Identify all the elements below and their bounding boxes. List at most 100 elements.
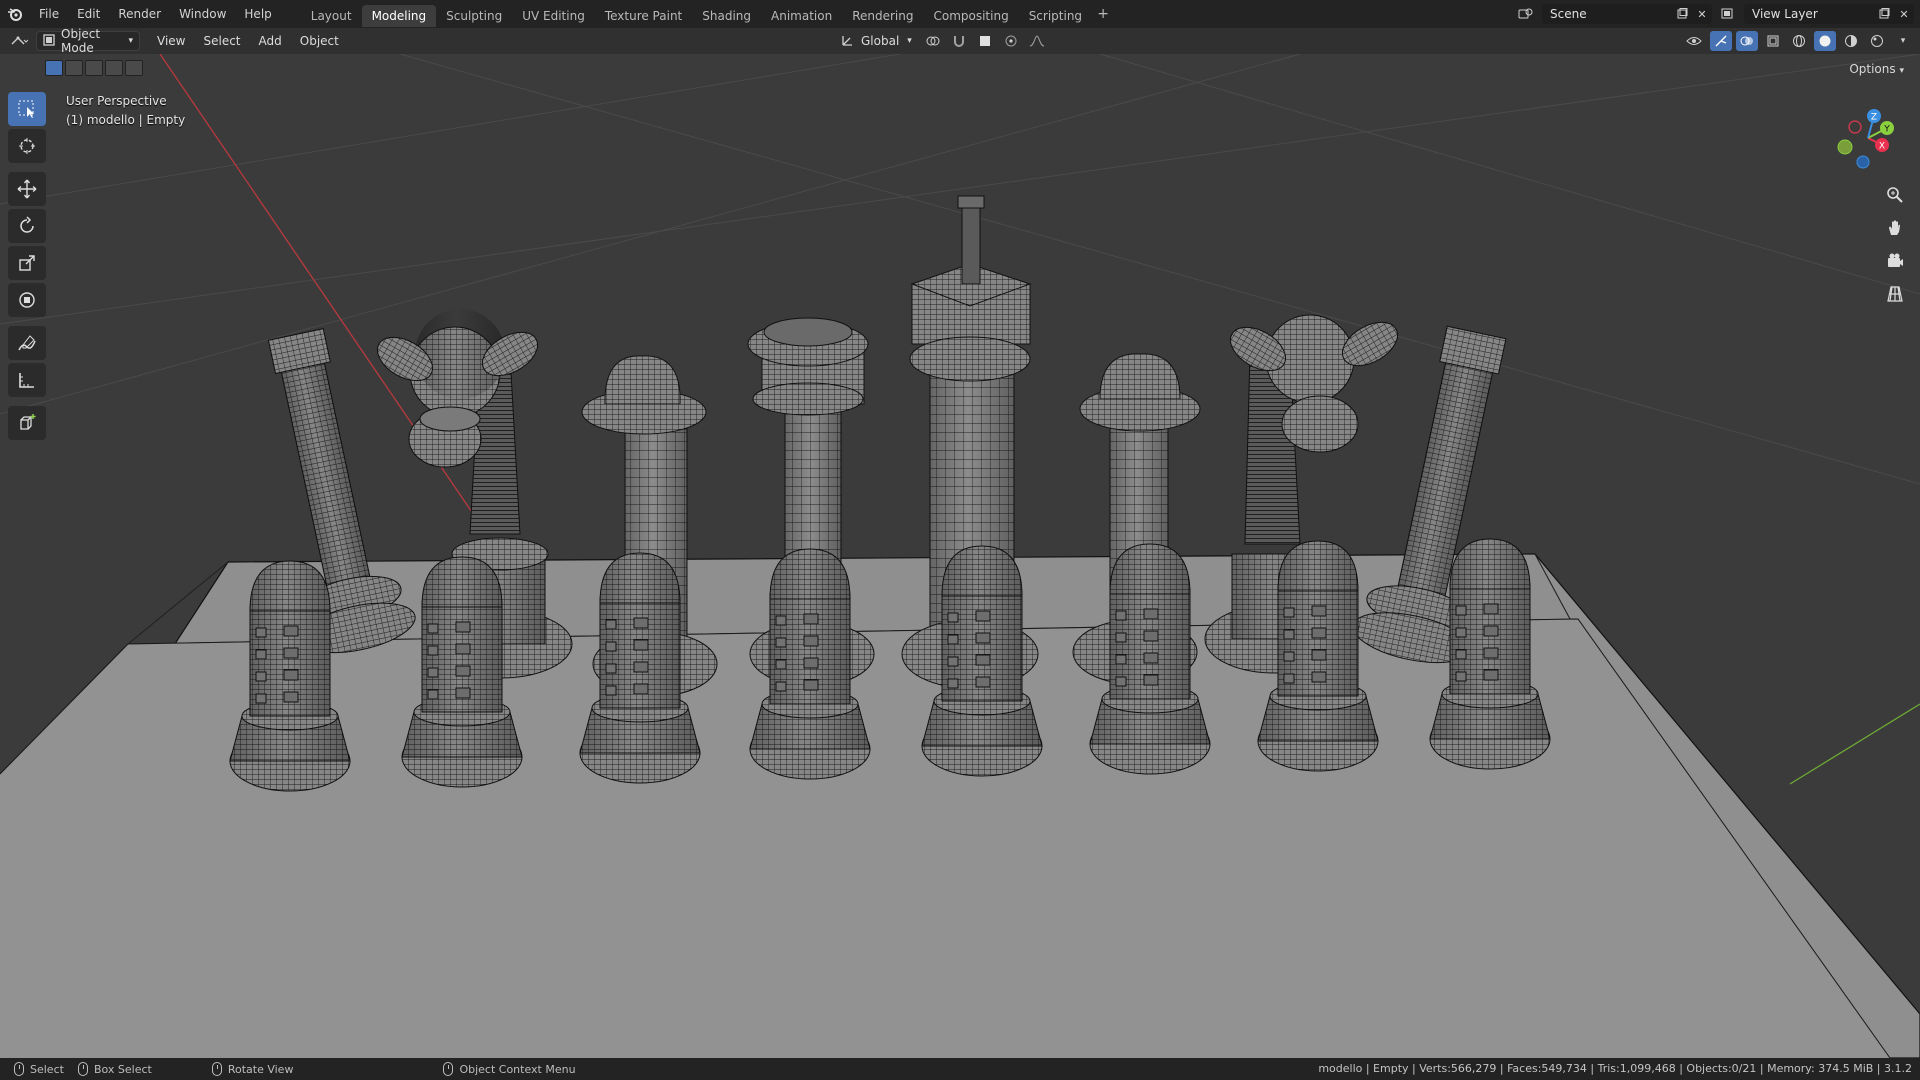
menu-edit[interactable]: Edit	[68, 0, 109, 28]
svg-text:Y: Y	[1883, 125, 1890, 135]
new-view-layer-icon[interactable]	[1874, 4, 1894, 24]
gizmo-neg-z-axis	[1856, 155, 1870, 169]
scene-browse-icon[interactable]	[1516, 4, 1536, 24]
wireframe-shading-icon[interactable]	[1788, 31, 1810, 51]
pan-hand-icon[interactable]	[1880, 213, 1910, 243]
transform-tool[interactable]	[8, 283, 46, 317]
selection-mode-buttons	[45, 60, 143, 76]
zoom-icon[interactable]	[1880, 180, 1910, 210]
tab-rendering[interactable]: Rendering	[842, 5, 923, 27]
status-rotate-view: Rotate View	[211, 1062, 294, 1076]
rendered-shading-icon[interactable]	[1866, 31, 1888, 51]
tab-sculpting[interactable]: Sculpting	[436, 5, 512, 27]
mode-dropdown[interactable]: Object Mode ▾	[36, 27, 140, 55]
snap-magnet-icon[interactable]	[948, 31, 970, 51]
chevron-down-icon: ▾	[907, 36, 912, 46]
status-select-label: Select	[30, 1062, 64, 1076]
snap-increment-icon[interactable]	[974, 31, 996, 51]
move-icon	[17, 179, 37, 199]
menu-window[interactable]: Window	[170, 0, 235, 28]
mode-label: Object Mode	[61, 27, 101, 55]
svg-text:Z: Z	[1871, 113, 1877, 123]
top-bar: File Edit Render Window Help Layout Mode…	[0, 0, 1920, 28]
3d-viewport[interactable]: User Perspective (1) modello | Empty Opt…	[0, 54, 1920, 1058]
scene-selector[interactable]: Scene ✕	[1542, 4, 1712, 24]
status-bar: Select Box Select Rotate View Object Con…	[0, 1058, 1920, 1080]
selectability-visibility-icon[interactable]	[1684, 31, 1706, 51]
orientation-label: Global	[861, 34, 900, 48]
options-dropdown[interactable]: Options ▾	[1843, 60, 1910, 78]
gizmo-neg-x-axis	[1848, 120, 1862, 134]
falloff-curve-icon[interactable]	[1026, 31, 1048, 51]
mouse-left-icon	[14, 1062, 24, 1076]
tab-texture-paint[interactable]: Texture Paint	[595, 5, 692, 27]
tab-compositing[interactable]: Compositing	[923, 5, 1018, 27]
select-extend-icon[interactable]	[65, 60, 83, 76]
overlays-toggle-icon[interactable]	[1736, 31, 1758, 51]
active-object-label: (1) modello | Empty	[66, 113, 186, 127]
material-shading-icon[interactable]	[1840, 31, 1862, 51]
menu-help[interactable]: Help	[235, 0, 280, 28]
view-layer-selector[interactable]: View Layer ✕	[1744, 4, 1914, 24]
svg-text:X: X	[1879, 142, 1885, 152]
delete-view-layer-icon[interactable]: ✕	[1894, 4, 1914, 24]
tab-modeling[interactable]: Modeling	[361, 4, 437, 27]
tab-layout[interactable]: Layout	[301, 5, 362, 27]
add-workspace-button[interactable]: +	[1092, 6, 1114, 22]
mouse-drag-icon	[77, 1062, 88, 1076]
xray-toggle-icon[interactable]	[1762, 31, 1784, 51]
view-layer-icon[interactable]	[1718, 4, 1738, 24]
tab-uv-editing[interactable]: UV Editing	[512, 5, 595, 27]
menu-view[interactable]: View	[148, 34, 194, 48]
tab-shading[interactable]: Shading	[692, 5, 761, 27]
navigation-gizmo[interactable]: Z Y X	[1830, 98, 1906, 174]
menu-select[interactable]: Select	[194, 34, 249, 48]
status-rotate-label: Rotate View	[227, 1062, 294, 1076]
mouse-right-icon	[443, 1062, 454, 1076]
pivot-point-icon[interactable]	[922, 31, 944, 51]
move-tool[interactable]	[8, 172, 46, 206]
tab-scripting[interactable]: Scripting	[1019, 5, 1092, 27]
transform-orientation-dropdown[interactable]: Global ▾	[835, 31, 918, 51]
menu-add[interactable]: Add	[250, 34, 291, 48]
chevron-down-icon: ▾	[128, 36, 133, 46]
cursor-icon	[19, 138, 35, 154]
y-axis-line	[1789, 703, 1920, 785]
scale-tool[interactable]	[8, 246, 46, 280]
mouse-middle-icon	[211, 1062, 222, 1076]
editor-type-icon[interactable]	[8, 31, 30, 51]
shading-options-chevron-icon[interactable]: ▾	[1892, 31, 1914, 51]
menu-object[interactable]: Object	[291, 34, 348, 48]
gizmo-neg-y-axis	[1837, 139, 1853, 155]
view-layer-name[interactable]: View Layer	[1744, 7, 1874, 21]
tab-animation[interactable]: Animation	[761, 5, 842, 27]
chevron-down-icon: ▾	[1899, 66, 1904, 76]
select-subtract-icon[interactable]	[85, 60, 103, 76]
blender-logo-icon[interactable]	[0, 0, 30, 28]
select-box-tool[interactable]	[8, 92, 46, 126]
menu-render[interactable]: Render	[109, 0, 170, 28]
add-cube-tool[interactable]	[8, 406, 46, 440]
viewport-info: User Perspective (1) modello | Empty	[66, 92, 185, 130]
perspective-toggle-icon[interactable]	[1880, 279, 1910, 309]
camera-view-icon[interactable]	[1880, 246, 1910, 276]
new-scene-icon[interactable]	[1672, 4, 1692, 24]
select-difference-icon[interactable]	[105, 60, 123, 76]
select-intersect-icon[interactable]	[125, 60, 143, 76]
gizmo-toggle-icon[interactable]	[1710, 31, 1732, 51]
cursor-tool[interactable]	[8, 129, 46, 163]
scene-name[interactable]: Scene	[1542, 7, 1672, 21]
measure-tool[interactable]	[8, 363, 46, 397]
perspective-label: User Perspective	[66, 94, 167, 108]
rotate-tool[interactable]	[8, 209, 46, 243]
delete-scene-icon[interactable]: ✕	[1692, 4, 1712, 24]
scale-icon	[19, 255, 35, 271]
measure-icon	[19, 373, 34, 388]
solid-shading-icon[interactable]	[1814, 31, 1836, 51]
menu-file[interactable]: File	[30, 0, 68, 28]
proportional-edit-icon[interactable]	[1000, 31, 1022, 51]
scene-canvas[interactable]	[0, 54, 1920, 1058]
select-new-icon[interactable]	[45, 60, 63, 76]
annotate-icon	[18, 335, 36, 351]
annotate-tool[interactable]	[8, 326, 46, 360]
